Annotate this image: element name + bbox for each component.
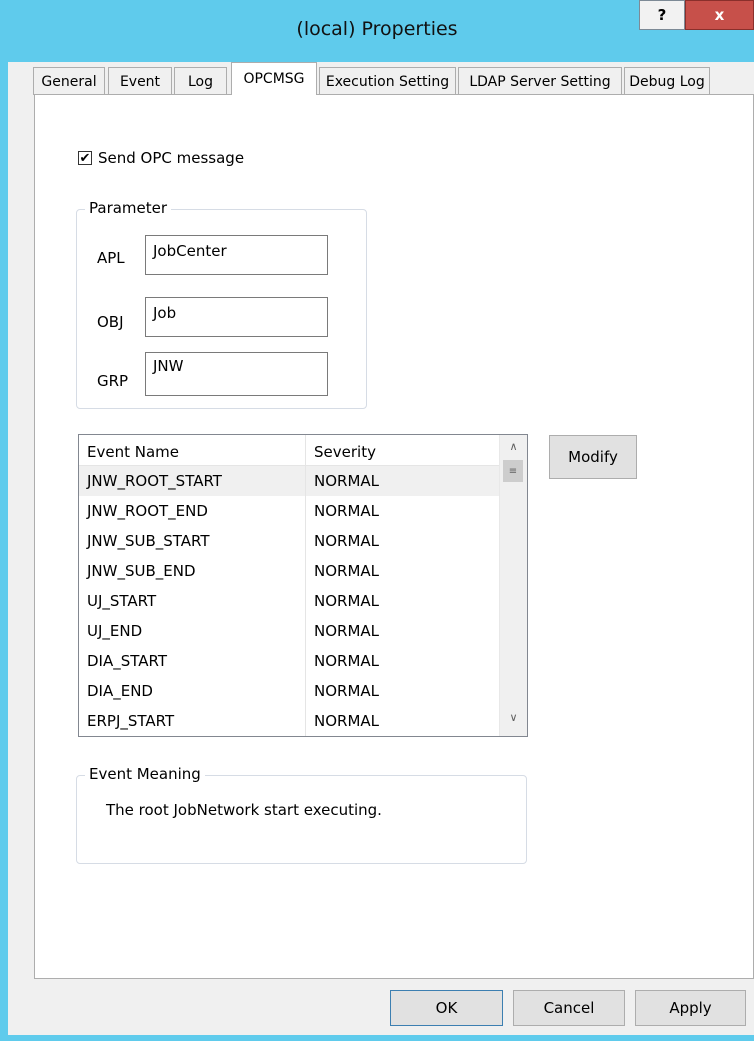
event-name-cell: JNW_ROOT_START <box>79 466 306 496</box>
tab-execution-setting[interactable]: Execution Setting <box>319 67 456 95</box>
grp-input[interactable]: JNW <box>145 352 328 396</box>
help-button[interactable]: ? <box>639 0 685 30</box>
severity-cell: NORMAL <box>314 682 380 700</box>
obj-input[interactable]: Job <box>145 297 328 337</box>
send-opc-checkbox[interactable]: ✔ <box>78 151 92 165</box>
table-row[interactable]: ERPJ_START NORMAL <box>79 706 499 736</box>
severity-cell: NORMAL <box>314 622 380 640</box>
apl-label: APL <box>97 249 125 267</box>
table-row[interactable]: DIA_END NORMAL <box>79 676 499 706</box>
close-button[interactable]: x <box>685 0 754 30</box>
scroll-up-icon[interactable]: ∧ <box>500 440 527 462</box>
table-row[interactable]: DIA_START NORMAL <box>79 646 499 676</box>
column-header-severity[interactable]: Severity <box>306 435 499 465</box>
tab-debug-log[interactable]: Debug Log <box>624 67 710 95</box>
severity-cell: NORMAL <box>314 532 380 550</box>
severity-cell: NORMAL <box>314 502 380 520</box>
event-name-cell: UJ_START <box>79 586 306 616</box>
table-row[interactable]: UJ_END NORMAL <box>79 616 499 646</box>
table-row[interactable]: JNW_ROOT_END NORMAL <box>79 496 499 526</box>
modify-button[interactable]: Modify <box>549 435 637 479</box>
tab-event[interactable]: Event <box>108 67 172 95</box>
column-header-event-name[interactable]: Event Name <box>79 435 306 465</box>
event-name-cell: JNW_ROOT_END <box>79 496 306 526</box>
severity-cell: NORMAL <box>314 652 380 670</box>
event-list[interactable]: Event Name Severity JNW_ROOT_START NORMA… <box>78 434 528 737</box>
event-list-header: Event Name Severity <box>79 435 499 466</box>
ok-button[interactable]: OK <box>390 990 503 1026</box>
event-name-cell: DIA_START <box>79 646 306 676</box>
parameter-legend: Parameter <box>85 199 172 217</box>
event-meaning-text: The root JobNetwork start executing. <box>106 801 382 819</box>
event-list-scrollbar[interactable]: ∧ ≡ ∨ <box>499 435 527 736</box>
severity-cell: NORMAL <box>314 562 380 580</box>
event-name-cell: ERPJ_START <box>79 706 306 736</box>
severity-cell: NORMAL <box>314 472 380 490</box>
severity-cell: NORMAL <box>314 712 380 730</box>
event-name-cell: JNW_SUB_END <box>79 556 306 586</box>
tab-opcmsg[interactable]: OPCMSG <box>231 62 317 95</box>
event-name-cell: DIA_END <box>79 676 306 706</box>
event-meaning-group: Event Meaning <box>76 765 527 864</box>
table-row[interactable]: JNW_SUB_END NORMAL <box>79 556 499 586</box>
send-opc-label: Send OPC message <box>98 149 245 167</box>
scroll-thumb[interactable]: ≡ <box>503 460 523 482</box>
severity-cell: NORMAL <box>314 592 380 610</box>
table-row[interactable]: JNW_ROOT_START NORMAL <box>79 466 499 496</box>
table-row[interactable]: JNW_SUB_START NORMAL <box>79 526 499 556</box>
cancel-button[interactable]: Cancel <box>513 990 625 1026</box>
properties-window: (local) Properties ? x General Event Log… <box>0 0 754 1041</box>
tab-ldap-server-setting[interactable]: LDAP Server Setting <box>458 67 622 95</box>
grp-label: GRP <box>97 372 129 390</box>
event-name-cell: UJ_END <box>79 616 306 646</box>
title-bar[interactable]: (local) Properties ? x <box>0 0 754 62</box>
apply-button[interactable]: Apply <box>635 990 746 1026</box>
apl-input[interactable]: JobCenter <box>145 235 328 275</box>
event-name-cell: JNW_SUB_START <box>79 526 306 556</box>
scroll-down-icon[interactable]: ∨ <box>500 711 527 733</box>
table-row[interactable]: UJ_START NORMAL <box>79 586 499 616</box>
tab-log[interactable]: Log <box>174 67 227 95</box>
send-opc-checkbox-row[interactable]: ✔ Send OPC message <box>78 149 244 167</box>
event-meaning-legend: Event Meaning <box>85 765 205 783</box>
obj-label: OBJ <box>97 313 124 331</box>
tab-general[interactable]: General <box>33 67 105 95</box>
